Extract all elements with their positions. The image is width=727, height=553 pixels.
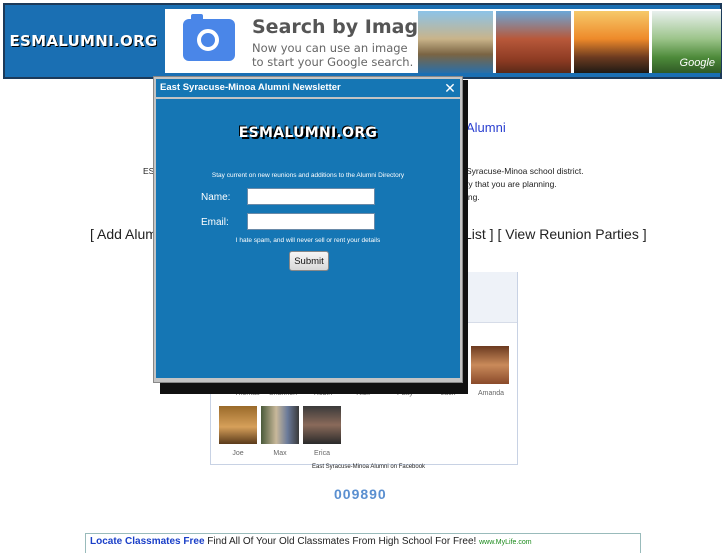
modal-intro-text: Stay current on new reunions and additio… (211, 172, 405, 179)
modal-body: ESMALUMNI.ORG Stay current on new reunio… (156, 99, 460, 378)
facebook-friend-name: Erica (314, 450, 330, 457)
intro-text-line3: ing. (466, 192, 480, 202)
facebook-friend-name: Joe (232, 450, 244, 457)
page-title-fragment: Alumni (466, 120, 506, 135)
visitor-counter: 009890 (334, 486, 387, 502)
facebook-avatar[interactable] (471, 346, 509, 384)
ad-title: Search by Image (252, 16, 431, 38)
nav-link-add-alumni[interactable]: [ Add Alum (90, 226, 157, 242)
modal-title: East Syracuse-Minoa Alumni Newsletter (160, 82, 341, 93)
facebook-avatar[interactable] (261, 406, 299, 444)
bottom-text-ad[interactable]: Locate Classmates Free Find All Of Your … (85, 533, 641, 553)
facebook-avatar[interactable] (303, 406, 341, 444)
ad-thumbnail-canyon (496, 11, 571, 73)
camera-icon (183, 14, 235, 61)
name-field[interactable] (247, 188, 375, 205)
modal-titlebar[interactable]: East Syracuse-Minoa Alumni Newsletter ✕ (156, 79, 460, 97)
site-header: ESMALUMNI.ORG Search by Image Now you ca… (3, 3, 722, 79)
ad-thumbnail-ruins: Google (652, 11, 721, 73)
intro-text-line1: Syracuse-Minoa school district. (466, 166, 584, 176)
facebook-friend-name: Max (273, 450, 287, 457)
submit-button[interactable]: Submit (289, 251, 329, 271)
newsletter-modal: East Syracuse-Minoa Alumni Newsletter ✕ … (153, 76, 463, 383)
site-logo[interactable]: ESMALUMNI.ORG (5, 5, 162, 77)
email-field[interactable] (247, 213, 375, 230)
facebook-friend-name: Amanda (477, 390, 505, 397)
close-icon[interactable]: ✕ (443, 81, 457, 95)
bottom-ad-text: Find All Of Your Old Classmates From Hig… (207, 536, 477, 547)
nav-link-view-reunion-parties[interactable]: List ] [ View Reunion Parties ] (464, 226, 647, 242)
ad-subtitle-line2: to start your Google search. (252, 55, 414, 69)
facebook-widget-caption[interactable]: East Syracuse-Minoa Alumni on Facebook (312, 464, 425, 470)
ad-thumbnail-coastal-town (418, 11, 493, 73)
intro-text-line2: ty that you are planning. (466, 179, 557, 189)
bottom-ad-link[interactable]: Locate Classmates Free (90, 536, 205, 547)
site-logo-text: ESMALUMNI.ORG (9, 32, 158, 50)
spam-note: I hate spam, and will never sell or rent… (235, 237, 381, 244)
facebook-avatar[interactable] (219, 406, 257, 444)
name-label: Name: (201, 192, 231, 203)
ad-subtitle-line1: Now you can use an image (252, 41, 408, 55)
modal-logo: ESMALUMNI.ORG (238, 125, 378, 141)
banner-ad[interactable]: Search by Image Now you can use an image… (165, 9, 721, 73)
ad-thumbnail-sunset (574, 11, 649, 73)
google-brand: Google (679, 57, 715, 69)
email-label: Email: (201, 217, 229, 228)
